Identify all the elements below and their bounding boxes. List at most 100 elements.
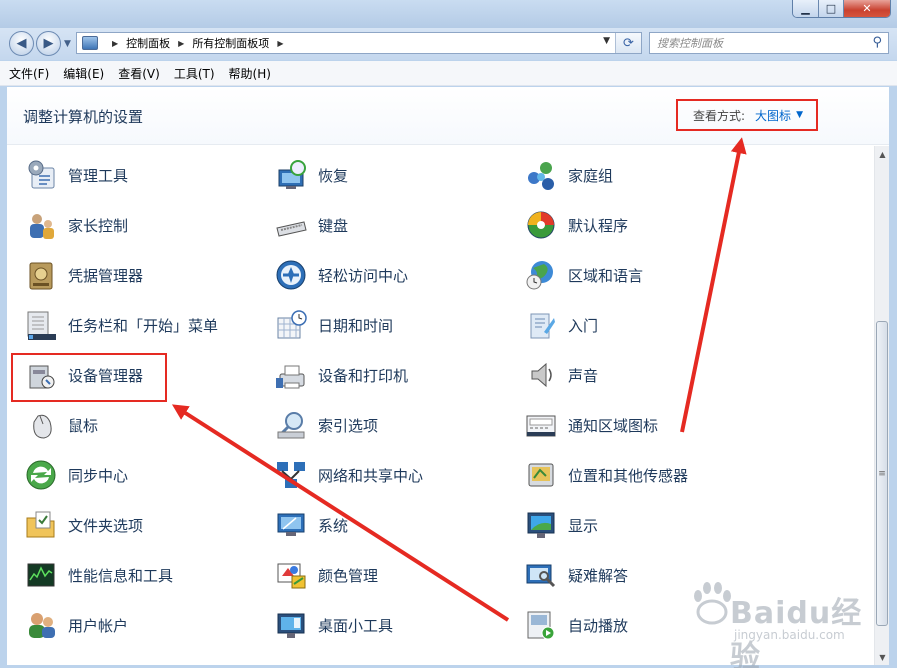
control-panel-item[interactable]: 用户帐户 (24, 605, 128, 645)
control-panel-item[interactable]: 网络和共享中心 (274, 455, 423, 495)
control-panel-item[interactable]: 家庭组 (524, 155, 613, 195)
page-title: 调整计算机的设置 (23, 108, 144, 126)
display-icon (524, 508, 558, 542)
chevron-right-icon[interactable]: ▶ (112, 39, 118, 48)
control-panel-item-label: 位置和其他传感器 (568, 466, 689, 485)
folder-options-icon (24, 508, 58, 542)
maximize-button[interactable]: □ (819, 0, 844, 17)
view-by-label: 查看方式: (693, 108, 746, 123)
control-panel-item[interactable]: 日期和时间 (274, 305, 393, 345)
control-panel-item-label: 键盘 (318, 216, 349, 235)
arrow-left-icon: ◀ (16, 36, 27, 51)
control-panel-item[interactable]: 鼠标 (24, 405, 98, 445)
search-icon[interactable]: ⚲ (872, 35, 882, 50)
chevron-right-icon[interactable]: ▶ (277, 39, 283, 48)
notification-area-icon (524, 408, 558, 442)
control-panel-item-label: 声音 (568, 366, 599, 385)
control-panel-item-label: 默认程序 (568, 216, 629, 235)
control-panel-item[interactable]: 默认程序 (524, 205, 628, 245)
control-panel-item[interactable]: 区域和语言 (524, 255, 643, 295)
location-sensors-icon (524, 458, 558, 492)
control-panel-item-label: 家长控制 (68, 216, 129, 235)
date-time-icon (274, 308, 308, 342)
control-panel-item[interactable]: 文件夹选项 (24, 505, 143, 545)
control-panel-item-label: 显示 (568, 516, 599, 535)
control-panel-item-label: 入门 (568, 316, 599, 335)
control-panel-item[interactable]: 性能信息和工具 (24, 555, 173, 595)
minimize-button[interactable]: ▁ (793, 0, 819, 17)
control-panel-item-label: 自动播放 (568, 616, 629, 635)
refresh-button[interactable]: ⟳ (615, 33, 641, 53)
control-panel-item[interactable]: 凭据管理器 (24, 255, 143, 295)
user-accounts-icon (24, 608, 58, 642)
back-button[interactable]: ◀ (9, 31, 34, 56)
control-panel-item-label: 疑难解答 (568, 566, 629, 585)
control-panel-item[interactable]: 位置和其他传感器 (524, 455, 688, 495)
desktop-gadgets-icon (274, 608, 308, 642)
control-panel-item-label: 桌面小工具 (318, 616, 394, 635)
control-panel-item-label: 设备和打印机 (318, 366, 409, 385)
control-panel-item-label: 索引选项 (318, 416, 379, 435)
control-panel-item[interactable]: 桌面小工具 (274, 605, 393, 645)
control-panel-item-label: 鼠标 (68, 416, 99, 435)
control-panel-item[interactable]: 系统 (274, 505, 348, 545)
control-panel-item[interactable]: 管理工具 (24, 155, 128, 195)
control-panel-item-label: 系统 (318, 516, 349, 535)
menu-help[interactable]: 帮助(H) (229, 65, 271, 82)
control-panel-item[interactable]: 索引选项 (274, 405, 378, 445)
control-panel-item[interactable]: 键盘 (274, 205, 348, 245)
close-button[interactable]: ✕ (844, 0, 890, 17)
control-panel-item[interactable]: 轻松访问中心 (274, 255, 408, 295)
control-panel-item[interactable]: 显示 (524, 505, 598, 545)
content-header: 调整计算机的设置 查看方式: 大图标 ▼ (7, 87, 889, 145)
control-panel-item[interactable]: 自动播放 (524, 605, 628, 645)
default-programs-icon (524, 208, 558, 242)
getting-started-icon (524, 308, 558, 342)
control-panel-item-label: 管理工具 (68, 166, 129, 185)
ease-of-access-icon (274, 258, 308, 292)
address-bar[interactable]: ▶ 控制面板 ▶ 所有控制面板项 ▶ ▼ ⟳ (76, 32, 642, 54)
admin-tools-icon (24, 158, 58, 192)
control-panel-item[interactable]: 疑难解答 (524, 555, 628, 595)
control-panel-item-label: 日期和时间 (318, 316, 394, 335)
credential-manager-icon (24, 258, 58, 292)
sync-center-icon (24, 458, 58, 492)
control-panel-item[interactable]: 家长控制 (24, 205, 128, 245)
breadcrumb-control-panel[interactable]: 控制面板 (126, 35, 170, 51)
control-panel-item[interactable]: 恢复 (274, 155, 348, 195)
menu-tools[interactable]: 工具(T) (174, 65, 215, 82)
view-by-selector[interactable]: 查看方式: 大图标 ▼ (676, 99, 818, 131)
control-panel-item[interactable]: 通知区域图标 (524, 405, 658, 445)
breadcrumb-all-items[interactable]: 所有控制面板项 (192, 35, 269, 51)
navigation-bar: ◀ ▶ ▼ ▶ 控制面板 ▶ 所有控制面板项 ▶ ▼ ⟳ 搜索控制面板 ⚲ (0, 28, 897, 60)
control-panel-item[interactable]: 入门 (524, 305, 598, 345)
menu-file[interactable]: 文件(F) (9, 65, 49, 82)
control-panel-item[interactable]: 同步中心 (24, 455, 128, 495)
chevron-right-icon[interactable]: ▶ (178, 39, 184, 48)
homegroup-icon (524, 158, 558, 192)
watermark-url: jingyan.baidu.com (734, 628, 845, 642)
search-input[interactable]: 搜索控制面板 ⚲ (649, 32, 889, 54)
scroll-up-icon[interactable]: ▲ (875, 146, 890, 162)
control-panel-item-label: 同步中心 (68, 466, 129, 485)
address-dropdown-icon[interactable]: ▼ (603, 36, 610, 46)
menu-edit[interactable]: 编辑(E) (63, 65, 104, 82)
menu-view[interactable]: 查看(V) (118, 65, 160, 82)
control-panel-item[interactable]: 声音 (524, 355, 598, 395)
control-panel-item-label: 用户帐户 (68, 616, 129, 635)
arrow-right-icon: ▶ (43, 36, 54, 51)
chevron-down-icon[interactable]: ▼ (796, 110, 803, 120)
highlight-box-device-manager (11, 353, 167, 402)
control-panel-item[interactable]: 设备和打印机 (274, 355, 408, 395)
taskbar-icon (24, 308, 58, 342)
network-sharing-icon (274, 458, 308, 492)
recent-pages-dropdown[interactable]: ▼ (64, 39, 71, 49)
performance-icon (24, 558, 58, 592)
forward-button[interactable]: ▶ (36, 31, 61, 56)
view-by-value[interactable]: 大图标 (755, 107, 791, 124)
control-panel-item[interactable]: 任务栏和「开始」菜单 (24, 305, 218, 345)
control-panel-item[interactable]: 颜色管理 (274, 555, 378, 595)
mouse-icon (24, 408, 58, 442)
search-placeholder: 搜索控制面板 (657, 37, 723, 50)
troubleshooting-icon (524, 558, 558, 592)
